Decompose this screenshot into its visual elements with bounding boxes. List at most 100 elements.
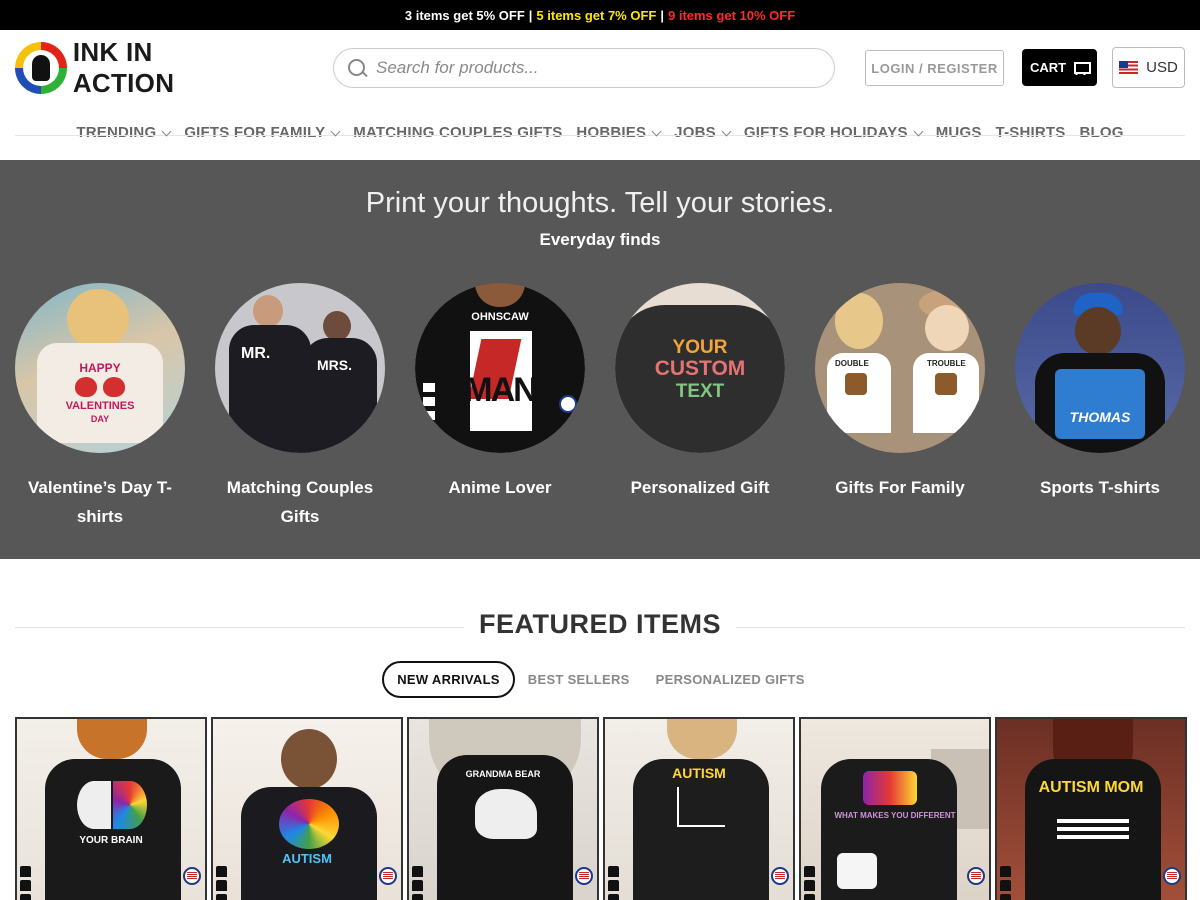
currency-selector[interactable]: USD bbox=[1112, 47, 1185, 88]
image-text: TROUBLE bbox=[927, 359, 966, 368]
category-label[interactable]: Matching Couples Gifts bbox=[220, 473, 380, 531]
product-image-text: GRANDMA BEAR bbox=[465, 769, 541, 779]
garment-type-icons bbox=[412, 863, 424, 900]
category-image[interactable]: YOUR CUSTOM TEXT bbox=[615, 283, 785, 453]
product-card[interactable]: AUTISM bbox=[211, 717, 403, 900]
us-made-badge-icon bbox=[575, 867, 593, 885]
cart-icon bbox=[1072, 61, 1092, 75]
image-text: DOUBLE bbox=[835, 359, 869, 368]
search-bar[interactable] bbox=[333, 48, 835, 88]
image-text: THOMAS bbox=[1069, 409, 1131, 425]
category-image[interactable]: MR. MRS. bbox=[215, 283, 385, 453]
garment-type-icons bbox=[804, 863, 816, 900]
nav-item-hobbies[interactable]: HOBBIES bbox=[576, 124, 662, 141]
product-card[interactable]: GRANDMA BEAR bbox=[407, 717, 599, 900]
product-image-text: AUTISM MOM bbox=[1038, 779, 1144, 796]
us-made-badge-icon bbox=[379, 867, 397, 885]
category-anime-lover[interactable]: OHNSCAW MAN Anime Lover bbox=[415, 283, 585, 531]
hero-subtitle: Everyday finds bbox=[539, 230, 661, 249]
category-label[interactable]: Valentine’s Day T-shirts bbox=[20, 473, 180, 531]
garment-type-icons bbox=[1000, 863, 1012, 900]
tab-personalized-gifts[interactable]: PERSONALIZED GIFTS bbox=[643, 661, 818, 698]
header-divider bbox=[15, 135, 1185, 136]
garment-type-icons bbox=[608, 863, 620, 900]
nav-label: T-SHIRTS bbox=[995, 124, 1066, 141]
promo-bar: 3 items get 5% OFF | 5 items get 7% OFF … bbox=[0, 0, 1200, 30]
category-image[interactable]: DOUBLE TROUBLE bbox=[815, 283, 985, 453]
search-input[interactable] bbox=[376, 58, 796, 78]
us-made-badge-icon bbox=[1163, 867, 1181, 885]
category-image[interactable]: OHNSCAW MAN bbox=[415, 283, 585, 453]
us-made-badge-icon bbox=[183, 867, 201, 885]
cart-label: CART bbox=[1029, 60, 1067, 75]
promo-separator: | bbox=[528, 7, 533, 23]
us-made-badge-icon bbox=[771, 867, 789, 885]
nav-item-jobs[interactable]: JOBS bbox=[674, 124, 732, 141]
promo-tier-2: 5 items get 7% OFF bbox=[536, 7, 657, 23]
logo-icon bbox=[15, 41, 67, 94]
category-personalized-gift[interactable]: YOUR CUSTOM TEXT Personalized Gift bbox=[615, 283, 785, 531]
category-list: HAPPY VALENTINES DAY Valentine’s Day T-s… bbox=[0, 283, 1200, 531]
nav-label: JOBS bbox=[674, 124, 716, 141]
nav-item-mugs[interactable]: MUGS bbox=[936, 124, 982, 141]
search-icon[interactable] bbox=[346, 57, 368, 79]
main-nav: TRENDING GIFTS FOR FAMILY MATCHING COUPL… bbox=[0, 105, 1200, 160]
image-text: HAPPY bbox=[79, 361, 121, 375]
nav-label: MUGS bbox=[935, 124, 982, 141]
category-image[interactable]: HAPPY VALENTINES DAY bbox=[15, 283, 185, 453]
promo-tier-1: 3 items get 5% OFF bbox=[404, 7, 525, 23]
category-image[interactable]: THOMAS bbox=[1015, 283, 1185, 453]
nav-item-gifts-for-holidays[interactable]: GIFTS FOR HOLIDAYS bbox=[743, 124, 924, 141]
us-flag-icon bbox=[1119, 61, 1139, 74]
product-image-text: WHAT MAKES YOU DIFFERENT bbox=[834, 811, 956, 820]
product-card[interactable]: WHAT MAKES YOU DIFFERENT bbox=[799, 717, 991, 900]
category-label[interactable]: Personalized Gift bbox=[620, 473, 780, 502]
promo-tier-3: 9 items get 10% OFF bbox=[667, 7, 796, 23]
nav-label: GIFTS FOR HOLIDAYS bbox=[743, 124, 908, 141]
image-text: MRS. bbox=[317, 357, 352, 373]
product-image-text: YOUR BRAIN bbox=[79, 835, 143, 846]
nav-label: HOBBIES bbox=[576, 124, 647, 141]
logo-text: INK IN ACTION bbox=[72, 36, 175, 98]
nav-item-matching-couples-gifts[interactable]: MATCHING COUPLES GIFTS bbox=[353, 124, 562, 141]
product-card[interactable]: YOUR BRAIN bbox=[15, 717, 207, 900]
nav-item-trending[interactable]: TRENDING bbox=[76, 124, 172, 141]
category-gifts-for-family[interactable]: DOUBLE TROUBLE Gifts For Family bbox=[815, 283, 985, 531]
site-header: INK IN ACTION LOGIN / REGISTER CART USD bbox=[0, 30, 1200, 136]
site-logo[interactable]: INK IN ACTION bbox=[15, 37, 260, 99]
garment-type-icons bbox=[20, 863, 32, 900]
category-matching-couples[interactable]: MR. MRS. Matching Couples Gifts bbox=[215, 283, 385, 531]
category-sports-t-shirts[interactable]: THOMAS Sports T-shirts bbox=[1015, 283, 1185, 531]
currency-label: USD bbox=[1146, 59, 1178, 76]
category-label[interactable]: Anime Lover bbox=[420, 473, 580, 502]
nav-label: BLOG bbox=[1079, 124, 1124, 141]
product-card[interactable]: AUTISM bbox=[603, 717, 795, 900]
category-valentines[interactable]: HAPPY VALENTINES DAY Valentine’s Day T-s… bbox=[15, 283, 185, 531]
nav-label: TRENDING bbox=[76, 124, 157, 141]
product-image-text: AUTISM bbox=[672, 765, 726, 781]
image-text: CUSTOM bbox=[654, 357, 746, 380]
product-image-text: AUTISM bbox=[282, 851, 332, 866]
image-text: MR. bbox=[241, 345, 271, 362]
nav-item-gifts-for-family[interactable]: GIFTS FOR FAMILY bbox=[184, 124, 341, 141]
cart-button[interactable]: CART bbox=[1022, 49, 1097, 86]
image-text: DAY bbox=[90, 414, 110, 424]
login-register-button[interactable]: LOGIN / REGISTER bbox=[865, 50, 1004, 86]
tab-best-sellers[interactable]: BEST SELLERS bbox=[515, 661, 643, 698]
hero-section: Print your thoughts. Tell your stories. … bbox=[0, 160, 1200, 559]
product-card[interactable]: AUTISM MOM bbox=[995, 717, 1187, 900]
category-label[interactable]: Sports T-shirts bbox=[1020, 473, 1180, 502]
product-grid: YOUR BRAIN AUTISM GRANDMA BEAR AUTISM WH… bbox=[15, 717, 1187, 900]
nav-item-t-shirts[interactable]: T-SHIRTS bbox=[996, 124, 1066, 141]
image-text: VALENTINES bbox=[65, 400, 135, 412]
nav-label: MATCHING COUPLES GIFTS bbox=[353, 124, 563, 141]
nav-item-blog[interactable]: BLOG bbox=[1079, 124, 1123, 141]
hero-title: Print your thoughts. Tell your stories. bbox=[365, 187, 835, 219]
nav-label: GIFTS FOR FAMILY bbox=[184, 124, 326, 141]
featured-title: FEATURED ITEMS bbox=[464, 609, 736, 639]
category-label[interactable]: Gifts For Family bbox=[820, 473, 980, 502]
us-made-badge-icon bbox=[967, 867, 985, 885]
featured-tabs: NEW ARRIVALS BEST SELLERS PERSONALIZED G… bbox=[0, 661, 1200, 698]
tab-new-arrivals[interactable]: NEW ARRIVALS bbox=[382, 661, 515, 698]
garment-type-icons bbox=[216, 863, 228, 900]
